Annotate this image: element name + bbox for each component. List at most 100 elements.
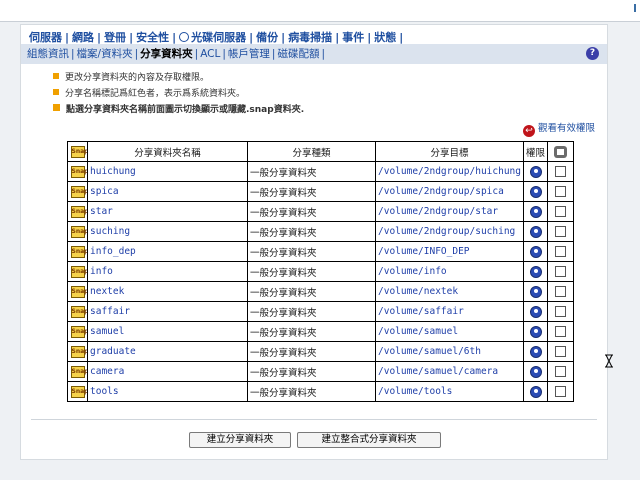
nav-backup[interactable]: 備份 <box>256 31 278 44</box>
share-name[interactable]: camera <box>87 361 248 382</box>
delete-cell[interactable] <box>547 341 574 362</box>
permission-cell[interactable] <box>523 321 548 342</box>
permission-cell[interactable] <box>523 281 548 302</box>
delete-checkbox[interactable] <box>555 346 566 357</box>
view-active-permissions-link[interactable]: ↩ 觀看有效權限 <box>522 120 595 137</box>
tab-shared-folders[interactable]: 分享資料夾 <box>140 48 193 60</box>
permission-key-icon[interactable] <box>529 385 542 398</box>
permission-key-icon[interactable] <box>529 345 542 358</box>
create-share-button[interactable]: 建立分享資料夾 <box>189 432 291 448</box>
delete-checkbox[interactable] <box>555 246 566 257</box>
help-icon[interactable]: ? <box>586 47 599 60</box>
snap-cell[interactable]: Snap <box>67 321 88 342</box>
share-name[interactable]: star <box>87 201 248 222</box>
snap-toggle-icon[interactable]: Snap <box>70 365 87 378</box>
snap-cell[interactable]: Snap <box>67 381 88 402</box>
permission-key-icon[interactable] <box>529 285 542 298</box>
permission-cell[interactable] <box>523 361 548 382</box>
snap-cell[interactable]: Snap <box>67 201 88 222</box>
snap-toggle-icon[interactable]: Snap <box>70 285 87 298</box>
tab-account-management[interactable]: 帳戶管理 <box>228 48 270 60</box>
permission-key-icon[interactable] <box>529 165 542 178</box>
snap-toggle-icon[interactable]: Snap <box>70 185 87 198</box>
delete-cell[interactable] <box>547 161 574 182</box>
delete-checkbox[interactable] <box>555 206 566 217</box>
permission-key-icon[interactable] <box>529 365 542 378</box>
delete-cell[interactable] <box>547 321 574 342</box>
snap-cell[interactable]: Snap <box>67 341 88 362</box>
share-name[interactable]: spica <box>87 181 248 202</box>
share-name[interactable]: tools <box>87 381 248 402</box>
nav-server[interactable]: 伺服器 <box>29 31 62 44</box>
share-name[interactable]: graduate <box>87 341 248 362</box>
delete-checkbox[interactable] <box>555 166 566 177</box>
delete-cell[interactable] <box>547 241 574 262</box>
snap-cell[interactable]: Snap <box>67 361 88 382</box>
delete-cell[interactable] <box>547 221 574 242</box>
snap-cell[interactable]: Snap <box>67 181 88 202</box>
snap-cell[interactable]: Snap <box>67 221 88 242</box>
snap-cell[interactable]: Snap <box>67 261 88 282</box>
trash-icon[interactable] <box>554 145 567 158</box>
permission-key-icon[interactable] <box>529 185 542 198</box>
permission-cell[interactable] <box>523 301 548 322</box>
permission-key-icon[interactable] <box>529 205 542 218</box>
snap-cell[interactable]: Snap <box>67 301 88 322</box>
share-name[interactable]: huichung <box>87 161 248 182</box>
delete-checkbox[interactable] <box>555 266 566 277</box>
permission-key-icon[interactable] <box>529 265 542 278</box>
share-name[interactable]: info <box>87 261 248 282</box>
snap-toggle-icon[interactable]: Snap <box>70 305 87 318</box>
snap-cell[interactable]: Snap <box>67 161 88 182</box>
nav-registry[interactable]: 登冊 <box>104 31 126 44</box>
snap-toggle-icon[interactable]: Snap <box>70 245 87 258</box>
snap-toggle-icon[interactable]: Snap <box>70 225 87 238</box>
tab-config-info[interactable]: 組態資訊 <box>27 48 69 60</box>
permission-key-icon[interactable] <box>529 325 542 338</box>
nav-network[interactable]: 網路 <box>72 31 94 44</box>
permission-cell[interactable] <box>523 161 548 182</box>
delete-cell[interactable] <box>547 201 574 222</box>
delete-checkbox[interactable] <box>555 226 566 237</box>
share-name[interactable]: info_dep <box>87 241 248 262</box>
delete-cell[interactable] <box>547 381 574 402</box>
delete-cell[interactable] <box>547 281 574 302</box>
snap-toggle-icon[interactable]: Snap <box>70 205 87 218</box>
permission-key-icon[interactable] <box>529 245 542 258</box>
snap-toggle-icon[interactable]: Snap <box>70 265 87 278</box>
nav-events[interactable]: 事件 <box>342 31 364 44</box>
permission-cell[interactable] <box>523 241 548 262</box>
delete-checkbox[interactable] <box>555 366 566 377</box>
delete-checkbox[interactable] <box>555 186 566 197</box>
snap-toggle-icon[interactable]: Snap <box>70 385 87 398</box>
share-name[interactable]: samuel <box>87 321 248 342</box>
snap-cell[interactable]: Snap <box>67 281 88 302</box>
tab-disk-quota[interactable]: 磁碟配額 <box>277 48 319 60</box>
create-merged-share-button[interactable]: 建立整合式分享資料夾 <box>297 432 441 448</box>
delete-cell[interactable] <box>547 361 574 382</box>
delete-cell[interactable] <box>547 261 574 282</box>
share-name[interactable]: nextek <box>87 281 248 302</box>
permission-key-icon[interactable] <box>529 225 542 238</box>
nav-optical-server[interactable]: 光碟伺服器 <box>191 31 246 44</box>
permission-key-icon[interactable] <box>529 305 542 318</box>
permission-cell[interactable] <box>523 261 548 282</box>
nav-status[interactable]: 狀態 <box>374 31 396 44</box>
nav-security[interactable]: 安全性 <box>136 31 169 44</box>
delete-cell[interactable] <box>547 301 574 322</box>
delete-cell[interactable] <box>547 181 574 202</box>
share-name[interactable]: suching <box>87 221 248 242</box>
permission-cell[interactable] <box>523 221 548 242</box>
delete-checkbox[interactable] <box>555 386 566 397</box>
delete-checkbox[interactable] <box>555 326 566 337</box>
tab-files-folders[interactable]: 檔案/資料夾 <box>77 48 133 60</box>
tab-acl[interactable]: ACL <box>200 48 220 60</box>
delete-checkbox[interactable] <box>555 306 566 317</box>
permission-cell[interactable] <box>523 201 548 222</box>
nav-virus-scan[interactable]: 病毒掃描 <box>288 31 332 44</box>
snap-cell[interactable]: Snap <box>67 241 88 262</box>
share-name[interactable]: saffair <box>87 301 248 322</box>
snap-toggle-icon[interactable]: Snap <box>70 325 87 338</box>
snap-toggle-icon[interactable]: Snap <box>70 345 87 358</box>
permission-cell[interactable] <box>523 341 548 362</box>
